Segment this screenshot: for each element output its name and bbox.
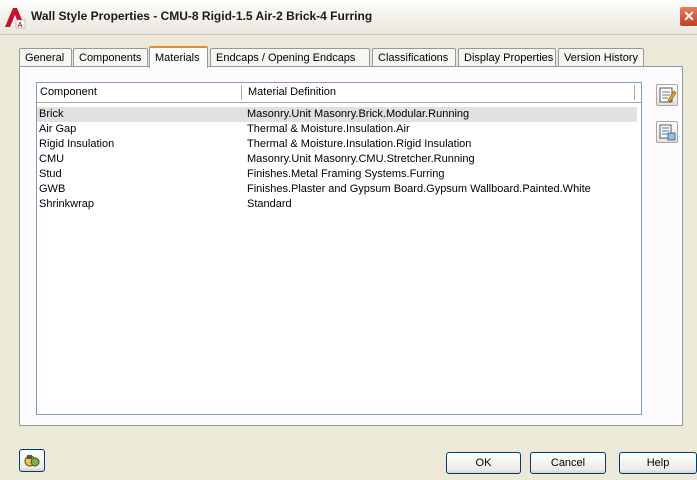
tab-display-properties[interactable]: Display Properties bbox=[458, 48, 556, 67]
tab-materials[interactable]: Materials bbox=[149, 46, 208, 68]
cancel-button[interactable]: Cancel bbox=[530, 452, 606, 474]
title-bar: A Wall Style Properties - CMU-8 Rigid-1.… bbox=[0, 0, 697, 35]
material-cell: Finishes.Metal Framing Systems.Furring bbox=[247, 168, 445, 180]
column-header-component[interactable]: Component bbox=[40, 86, 97, 98]
table-row[interactable]: Brick Masonry.Unit Masonry.Brick.Modular… bbox=[37, 107, 637, 122]
component-cell: Shrinkwrap bbox=[39, 198, 95, 210]
close-button[interactable]: ✕ bbox=[679, 6, 697, 27]
tab-components[interactable]: Components bbox=[73, 48, 148, 67]
window-title: Wall Style Properties - CMU-8 Rigid-1.5 … bbox=[31, 9, 373, 23]
component-cell: Stud bbox=[39, 168, 62, 180]
material-cell: Thermal & Moisture.Insulation.Air bbox=[247, 123, 410, 135]
table-row[interactable]: CMU Masonry.Unit Masonry.CMU.Stretcher.R… bbox=[37, 152, 637, 167]
material-list-icon bbox=[659, 124, 676, 141]
edit-material-button[interactable] bbox=[656, 84, 678, 106]
material-list-button[interactable] bbox=[656, 121, 678, 143]
table-row[interactable]: Shrinkwrap Standard bbox=[37, 197, 637, 212]
style-browser-icon bbox=[24, 455, 40, 467]
table-row[interactable]: Stud Finishes.Metal Framing Systems.Furr… bbox=[37, 167, 637, 182]
material-cell: Masonry.Unit Masonry.CMU.Stretcher.Runni… bbox=[247, 153, 475, 165]
help-button[interactable]: Help bbox=[619, 452, 697, 474]
component-cell: CMU bbox=[39, 153, 65, 165]
edit-material-icon bbox=[659, 87, 677, 103]
material-cell: Masonry.Unit Masonry.Brick.Modular.Runni… bbox=[247, 108, 470, 120]
table-header: Component Material Definition bbox=[37, 83, 641, 103]
tab-general[interactable]: General bbox=[19, 48, 72, 67]
ok-button[interactable]: OK bbox=[446, 452, 521, 474]
tab-endcaps[interactable]: Endcaps / Opening Endcaps bbox=[210, 48, 370, 67]
style-browser-button[interactable] bbox=[19, 449, 45, 472]
column-header-material-definition[interactable]: Material Definition bbox=[248, 86, 336, 98]
component-cell: Air Gap bbox=[39, 123, 77, 135]
material-cell: Thermal & Moisture.Insulation.Rigid Insu… bbox=[247, 138, 472, 150]
tab-version-history[interactable]: Version History bbox=[558, 48, 644, 67]
svg-text:A: A bbox=[18, 22, 23, 29]
tab-classifications[interactable]: Classifications bbox=[372, 48, 456, 67]
column-divider[interactable] bbox=[634, 85, 635, 100]
table-row[interactable]: Air Gap Thermal & Moisture.Insulation.Ai… bbox=[37, 122, 637, 137]
table-row[interactable]: Rigid Insulation Thermal & Moisture.Insu… bbox=[37, 137, 637, 152]
autocad-app-icon: A bbox=[5, 8, 26, 29]
material-cell: Finishes.Plaster and Gypsum Board.Gypsum… bbox=[247, 183, 591, 195]
table-row[interactable]: GWB Finishes.Plaster and Gypsum Board.Gy… bbox=[37, 182, 637, 197]
component-cell: Brick bbox=[39, 108, 64, 120]
component-cell: Rigid Insulation bbox=[39, 138, 115, 150]
materials-table[interactable]: Component Material Definition Brick Maso… bbox=[36, 82, 642, 415]
component-cell: GWB bbox=[39, 183, 66, 195]
column-divider[interactable] bbox=[241, 85, 242, 100]
material-cell: Standard bbox=[247, 198, 292, 210]
